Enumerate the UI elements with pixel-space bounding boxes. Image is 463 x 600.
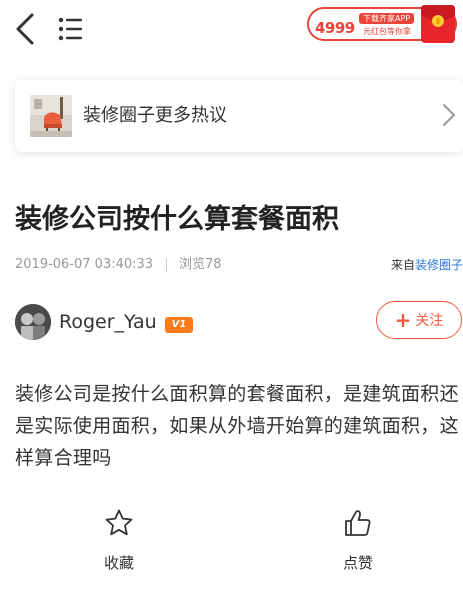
- app-download-promo[interactable]: 4999 下载齐家APP 元红包等你拿: [307, 1, 461, 45]
- article-title: 装修公司按什么算套餐面积: [15, 204, 339, 235]
- chevron-right-icon: [443, 104, 455, 126]
- circle-more-link[interactable]: 装修圈子更多热议: [15, 80, 463, 152]
- meta-divider: [166, 258, 167, 272]
- promo-line1: 下载齐家APP: [359, 13, 415, 24]
- star-icon: [105, 509, 133, 536]
- follow-button[interactable]: + 关注: [376, 301, 462, 339]
- red-envelope-icon: [421, 5, 455, 43]
- author-name[interactable]: Roger_Yau: [59, 310, 157, 334]
- follow-label: 关注: [415, 313, 444, 329]
- like-button[interactable]: 点赞: [318, 508, 398, 578]
- article-meta: 2019-06-07 03:40:33 浏览78 来自装修圈子: [15, 255, 463, 275]
- thumbs-up-icon: [345, 510, 371, 536]
- promo-line2: 元红包等你拿: [363, 27, 411, 36]
- source-prefix: 来自: [390, 258, 415, 272]
- favorite-button[interactable]: 收藏: [79, 508, 159, 578]
- menu-button[interactable]: [56, 15, 86, 43]
- article-source: 来自装修圈子: [391, 255, 463, 275]
- plus-icon: +: [394, 308, 412, 332]
- like-label: 点赞: [342, 554, 373, 572]
- level-badge: V1: [165, 317, 193, 333]
- list-menu-icon: [58, 17, 82, 41]
- view-count: 浏览78: [179, 257, 222, 272]
- avatar[interactable]: [15, 304, 51, 340]
- back-arrow-icon: [16, 13, 34, 45]
- promo-amount: 4999: [315, 19, 355, 37]
- top-bar: 4999 下载齐家APP 元红包等你拿: [0, 0, 463, 58]
- favorite-label: 收藏: [103, 554, 134, 572]
- article-body: 装修公司是按什么面积算的套餐面积，是建筑面积还是实际使用面积，如果从外墙开始算的…: [15, 383, 459, 469]
- circle-thumbnail: [30, 95, 72, 137]
- source-link[interactable]: 装修圈子: [415, 258, 463, 272]
- article-date: 2019-06-07 03:40:33: [15, 257, 154, 272]
- back-button[interactable]: [12, 12, 42, 46]
- author-row: Roger_Yau V1 + 关注: [15, 301, 463, 343]
- circle-link-label: 装修圈子更多热议: [83, 105, 227, 126]
